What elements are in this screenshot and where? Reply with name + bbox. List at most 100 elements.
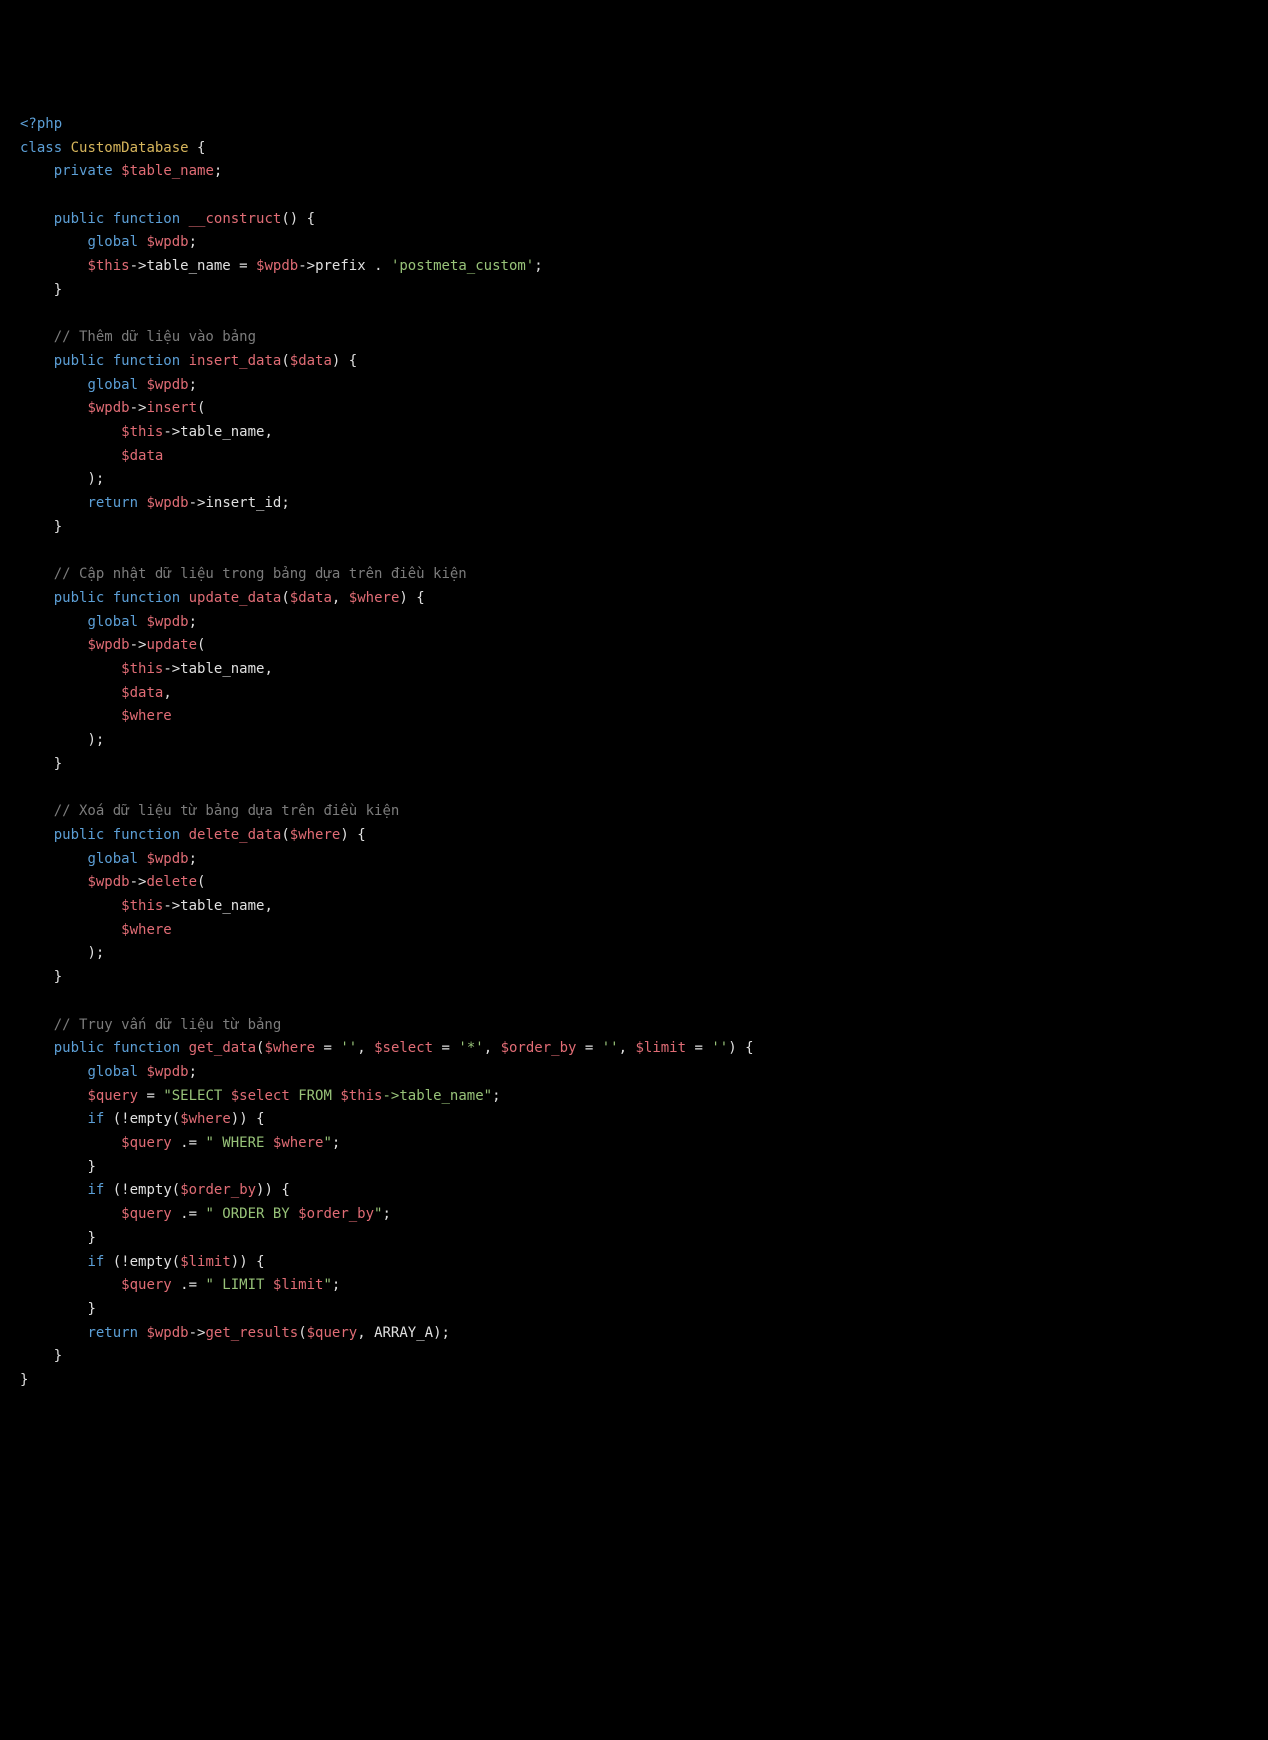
property: table_name [146,258,230,274]
brace: } [54,1348,62,1364]
variable: $this [121,898,163,914]
comma: , [484,1040,492,1056]
variable: $data [121,685,163,701]
variable: $order_by [180,1182,256,1198]
variable: $order_by [501,1040,577,1056]
semicolon: ; [492,1088,500,1104]
string: '' [602,1040,619,1056]
brace: { [416,590,424,606]
code-line: global $wpdb; [20,611,1248,635]
variable: $wpdb [146,234,188,250]
keyword-function: function [113,211,180,227]
variable: $wpdb [146,1064,188,1080]
paren: ( [172,1182,180,1198]
code-line: public function update_data($data, $wher… [20,587,1248,611]
not-empty: !empty [121,1111,172,1127]
code-line: public function get_data($where = '', $s… [20,1037,1248,1061]
paren: ) [87,471,95,487]
variable: $where [121,922,172,938]
code-line [20,990,1248,1014]
paren: ( [281,353,289,369]
variable: $data [121,448,163,464]
brace: { [357,827,365,843]
keyword-function: function [113,590,180,606]
string: "SELECT [163,1088,230,1104]
not-empty: !empty [121,1254,172,1270]
code-line: } [20,1369,1248,1393]
code-line: $where [20,919,1248,943]
code-line: } [20,753,1248,777]
comma: , [357,1040,365,1056]
code-line: // Truy vấn dữ liệu từ bảng [20,1014,1248,1038]
paren: ( [197,637,205,653]
comma: , [357,1325,365,1341]
code-line [20,777,1248,801]
code-line: } [20,1156,1248,1180]
arrow: -> [130,258,147,274]
code-line: $where [20,705,1248,729]
code-line: $wpdb->insert( [20,397,1248,421]
keyword-return: return [87,495,138,511]
keyword-public: public [54,1040,105,1056]
function-name: update_data [189,590,282,606]
code-line: global $wpdb; [20,231,1248,255]
arrow: -> [163,424,180,440]
paren: ) [239,1254,247,1270]
comma: , [264,424,272,440]
keyword-function: function [113,353,180,369]
variable: $limit [273,1277,324,1293]
keyword-public: public [54,353,105,369]
method: get_results [205,1325,298,1341]
equals: = [315,1040,340,1056]
variable: $query [87,1088,138,1104]
paren: ) [340,827,348,843]
semicolon: ; [96,732,104,748]
paren: ( [298,1325,306,1341]
variable: $wpdb [146,614,188,630]
arrow: -> [298,258,315,274]
code-line: $this->table_name, [20,421,1248,445]
variable: $query [121,1206,172,1222]
code-line: private $table_name; [20,160,1248,184]
brace: } [87,1230,95,1246]
keyword-function: function [113,827,180,843]
arrow: -> [163,661,180,677]
brace: { [281,1182,289,1198]
paren: ( [113,1182,121,1198]
function-name: delete_data [189,827,282,843]
function-name: get_data [189,1040,256,1056]
keyword-class: class [20,140,62,156]
semicolon: ; [96,471,104,487]
paren: ( [113,1254,121,1270]
code-line [20,302,1248,326]
variable: $select [374,1040,433,1056]
code-line: $this->table_name, [20,895,1248,919]
code-line: $query = "SELECT $select FROM $this->tab… [20,1085,1248,1109]
keyword-public: public [54,211,105,227]
variable: $this [340,1088,382,1104]
code-line: if (!empty($order_by)) { [20,1179,1248,1203]
code-line: public function __construct() { [20,208,1248,232]
paren: ( [197,874,205,890]
brace: } [54,519,62,535]
paren: ( [197,400,205,416]
constant: ARRAY_A [374,1325,433,1341]
variable: $where [264,1040,315,1056]
code-line: $query .= " ORDER BY $order_by"; [20,1203,1248,1227]
property: table_name [180,898,264,914]
variable: $select [231,1088,290,1104]
string: 'postmeta_custom' [391,258,534,274]
paren: ( [281,827,289,843]
method: update [146,637,197,653]
code-line: $data, [20,682,1248,706]
code-line: global $wpdb; [20,374,1248,398]
comma: , [264,661,272,677]
code-line: ); [20,729,1248,753]
code-line: ); [20,942,1248,966]
class-name: CustomDatabase [71,140,189,156]
semicolon: ; [96,945,104,961]
semicolon: ; [189,234,197,250]
arrow: -> [130,637,147,653]
code-line: $query .= " WHERE $where"; [20,1132,1248,1156]
function-name: insert_data [189,353,282,369]
